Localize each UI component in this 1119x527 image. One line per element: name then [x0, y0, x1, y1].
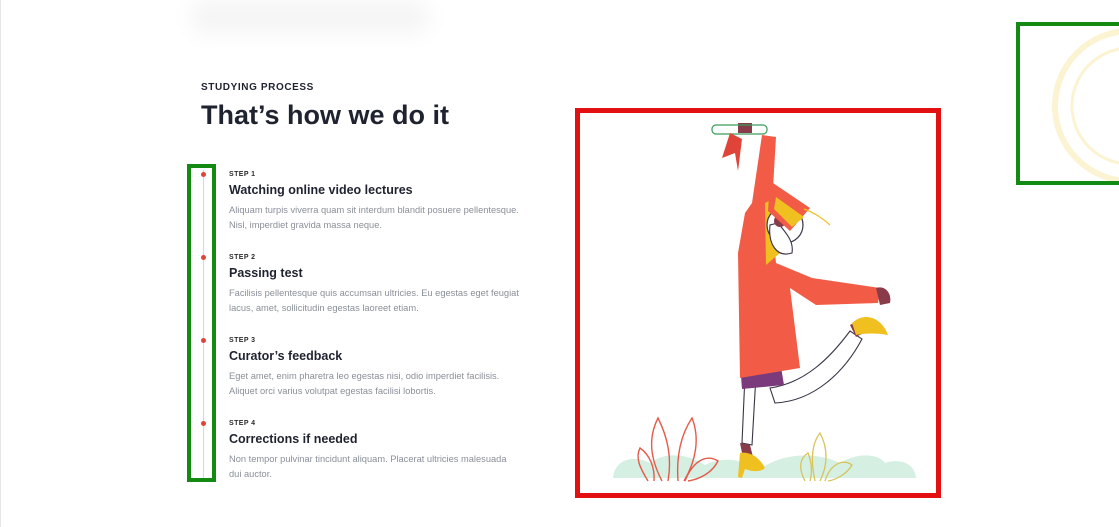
section-eyebrow: STUDYING PROCESS	[201, 82, 314, 93]
step-2: STEP 2 Passing test Facilisis pellentesq…	[229, 254, 519, 316]
step-description: Non tempor pulvinar tincidunt aliquam. P…	[229, 454, 507, 479]
illustration-frame	[575, 108, 941, 498]
step-3: STEP 3 Curator’s feedback Eget amet, eni…	[229, 337, 519, 399]
graduate-celebrating-illustration	[613, 123, 916, 482]
step-title: Watching online video lectures	[229, 183, 413, 197]
step-title: Corrections if needed	[229, 432, 358, 446]
step-title: Curator’s feedback	[229, 349, 343, 363]
concentric-rings-decoration	[1052, 28, 1119, 181]
step-1: STEP 1 Watching online video lectures Al…	[229, 171, 519, 233]
step-label: STEP 2	[229, 254, 256, 261]
section-title: That’s how we do it	[201, 100, 449, 130]
timeline-highlight-box	[187, 164, 216, 482]
top-card-shadow	[190, 0, 430, 34]
step-label: STEP 3	[229, 337, 256, 344]
step-title: Passing test	[229, 266, 303, 280]
page-edge	[0, 0, 1, 527]
step-label: STEP 1	[229, 171, 256, 178]
step-label: STEP 4	[229, 420, 256, 427]
step-description: Eget amet, enim pharetra leo egestas nis…	[229, 371, 500, 396]
step-4: STEP 4 Corrections if needed Non tempor …	[229, 420, 519, 482]
decoration-highlight-box	[1016, 22, 1119, 185]
step-description: Facilisis pellentesque quis accumsan ult…	[229, 288, 519, 313]
step-description: Aliquam turpis viverra quam sit interdum…	[229, 205, 519, 230]
